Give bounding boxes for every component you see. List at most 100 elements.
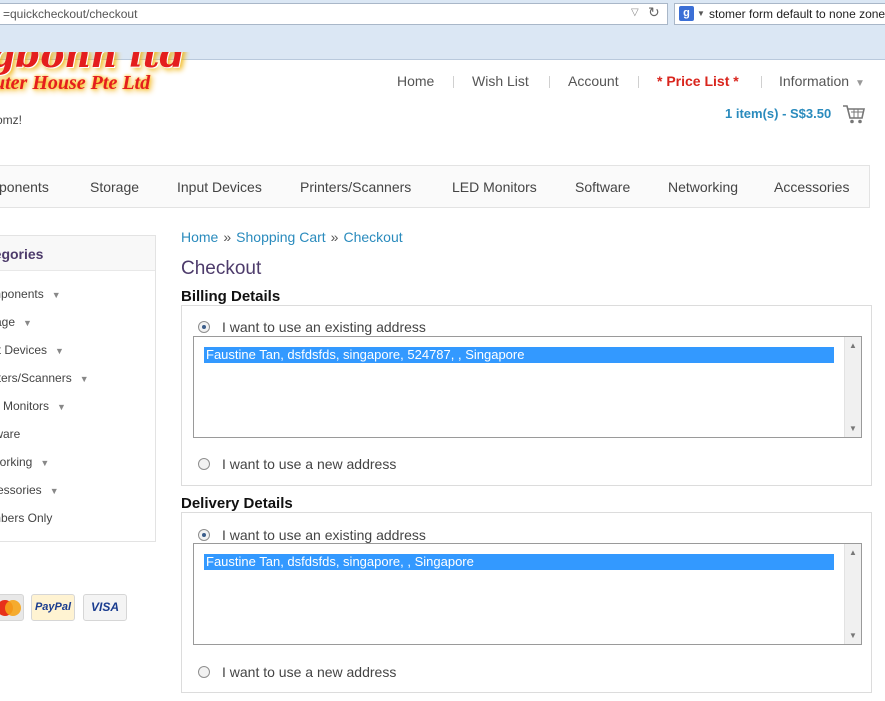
breadcrumb-home[interactable]: Home <box>181 229 218 245</box>
billing-new-label: I want to use a new address <box>222 456 397 472</box>
paypal-logo: PayPal <box>31 594 75 621</box>
delivery-new-option[interactable]: I want to use a new address <box>198 664 396 680</box>
delivery-existing-option[interactable]: I want to use an existing address <box>198 527 426 543</box>
breadcrumb-separator: » <box>330 229 339 245</box>
sidebar-heading-text: tegories <box>0 246 44 262</box>
delivery-address-option[interactable]: Faustine Tan, dsfdsfds, singapore, , Sin… <box>204 554 834 570</box>
search-engine-dropdown-icon[interactable]: ▼ <box>697 9 705 18</box>
delivery-panel: I want to use an existing address Fausti… <box>181 512 872 693</box>
top-link-information-label: Information <box>779 73 850 89</box>
chevron-down-icon: ▼ <box>40 458 50 468</box>
billing-panel: I want to use an existing address Fausti… <box>181 305 872 486</box>
sidebar-item-label: nters/Scanners <box>0 371 72 385</box>
divider <box>549 76 550 88</box>
sidebar-item[interactable]: nters/Scanners ▼ <box>0 371 89 385</box>
sidebar-item-label: rage <box>0 315 16 329</box>
menu-item-printers-scanners[interactable]: Printers/Scanners <box>300 179 411 195</box>
scrollbar[interactable]: ▲ ▼ <box>844 337 861 437</box>
chevron-down-icon: ▼ <box>855 78 865 89</box>
breadcrumb: Home» Shopping Cart» Checkout <box>181 229 403 245</box>
chevron-down-icon: ▼ <box>79 374 89 384</box>
delivery-existing-label: I want to use an existing address <box>222 527 426 543</box>
sidebar-item[interactable]: mbers Only <box>0 511 60 525</box>
delivery-details-title: Delivery Details <box>181 495 293 512</box>
mastercard-logo <box>0 594 24 621</box>
page-title: Checkout <box>181 258 262 279</box>
chevron-down-icon[interactable]: ▽ <box>631 7 639 18</box>
billing-existing-radio[interactable] <box>198 321 210 333</box>
delivery-address-select[interactable]: Faustine Tan, dsfdsfds, singapore, , Sin… <box>193 543 862 645</box>
sidebar-item-label: tware <box>0 427 21 441</box>
google-icon[interactable]: g <box>679 6 694 21</box>
divider <box>638 76 639 88</box>
sidebar-item[interactable]: ut Devices ▼ <box>0 343 64 357</box>
chevron-down-icon: ▼ <box>49 486 59 496</box>
menu-item-storage[interactable]: Storage <box>90 179 139 195</box>
sidebar-item-label: mponents <box>0 287 44 301</box>
logo-subtitle: puter House Pte Ltd <box>0 72 151 94</box>
divider <box>761 76 762 88</box>
scroll-down-icon[interactable]: ▼ <box>849 631 857 640</box>
chevron-down-icon: ▼ <box>55 346 64 356</box>
cart-summary[interactable]: 1 item(s) - S$3.50 <box>725 106 831 121</box>
billing-address-option[interactable]: Faustine Tan, dsfdsfds, singapore, 52478… <box>204 347 834 363</box>
sidebar-item-label: D Monitors <box>0 399 50 413</box>
menu-item-networking[interactable]: Networking <box>668 179 738 195</box>
menu-item-input-devices[interactable]: Input Devices <box>177 179 262 195</box>
breadcrumb-separator: » <box>223 229 232 245</box>
sidebar-item[interactable]: mponents ▼ <box>0 287 61 301</box>
divider <box>453 76 454 88</box>
visa-logo: VISA <box>83 594 127 621</box>
menu-item-components[interactable]: ponents <box>0 179 49 195</box>
sidebar-item-label: cessories <box>0 483 42 497</box>
chevron-down-icon: ▼ <box>23 318 32 328</box>
breadcrumb-cart[interactable]: Shopping Cart <box>236 229 326 245</box>
welcome-text: omz! <box>0 113 23 127</box>
billing-new-option[interactable]: I want to use a new address <box>198 456 396 472</box>
reload-icon[interactable]: ↻ <box>648 4 660 21</box>
billing-new-radio[interactable] <box>198 458 210 470</box>
address-bar[interactable]: =quickcheckout/checkout <box>0 3 668 25</box>
billing-existing-label: I want to use an existing address <box>222 319 426 335</box>
menu-item-software[interactable]: Software <box>575 179 630 195</box>
browser-search-input[interactable]: stomer form default to none zone <box>674 3 885 25</box>
billing-details-title: Billing Details <box>181 288 281 305</box>
top-link-wishlist[interactable]: Wish List <box>472 73 529 89</box>
chevron-down-icon: ▼ <box>51 290 61 300</box>
page: =quickcheckout/checkout ▽ ↻ stomer form … <box>0 0 885 701</box>
billing-existing-option[interactable]: I want to use an existing address <box>198 319 426 335</box>
sidebar-item[interactable]: tware <box>0 427 28 441</box>
top-link-home[interactable]: Home <box>397 73 434 89</box>
browser-toolbar: =quickcheckout/checkout ▽ ↻ stomer form … <box>0 0 885 60</box>
menu-item-led-monitors[interactable]: LED Monitors <box>452 179 537 195</box>
top-link-pricelist[interactable]: * Price List * <box>657 73 739 89</box>
sidebar-item[interactable]: working ▼ <box>0 455 49 469</box>
scroll-down-icon[interactable]: ▼ <box>849 424 857 433</box>
top-link-account[interactable]: Account <box>568 73 619 89</box>
menu-item-accessories[interactable]: Accessories <box>774 179 849 195</box>
top-link-information[interactable]: Information ▼ <box>779 73 865 89</box>
billing-address-select[interactable]: Faustine Tan, dsfdsfds, singapore, 52478… <box>193 336 862 438</box>
sidebar-heading: tegories <box>0 236 155 271</box>
scroll-up-icon[interactable]: ▲ <box>849 341 857 350</box>
browser-search-text: stomer form default to none zone <box>709 7 885 21</box>
store-logo[interactable]: gbonn ltd puter House Pte Ltd <box>0 52 190 108</box>
scroll-up-icon[interactable]: ▲ <box>849 548 857 557</box>
breadcrumb-checkout[interactable]: Checkout <box>343 229 402 245</box>
delivery-existing-radio[interactable] <box>198 529 210 541</box>
delivery-new-label: I want to use a new address <box>222 664 397 680</box>
sidebar-item[interactable]: cessories ▼ <box>0 483 59 497</box>
sidebar-item[interactable]: D Monitors ▼ <box>0 399 66 413</box>
scrollbar[interactable]: ▲ ▼ <box>844 544 861 644</box>
sidebar-item-label: working <box>0 455 33 469</box>
categories-sidebar: tegories mponents ▼ rage ▼ ut Devices ▼ nte… <box>0 235 156 542</box>
shopping-cart-icon[interactable] <box>842 103 866 130</box>
sidebar-item-label: ut Devices <box>0 343 48 357</box>
sidebar-item-label: mbers Only <box>0 511 53 525</box>
address-bar-url: =quickcheckout/checkout <box>3 7 138 21</box>
main-menu: ponents Storage Input Devices Printers/S… <box>0 165 870 208</box>
mastercard-circle-orange <box>5 600 21 616</box>
chevron-down-icon: ▼ <box>57 402 66 412</box>
delivery-new-radio[interactable] <box>198 666 210 678</box>
sidebar-item[interactable]: rage ▼ <box>0 315 32 329</box>
